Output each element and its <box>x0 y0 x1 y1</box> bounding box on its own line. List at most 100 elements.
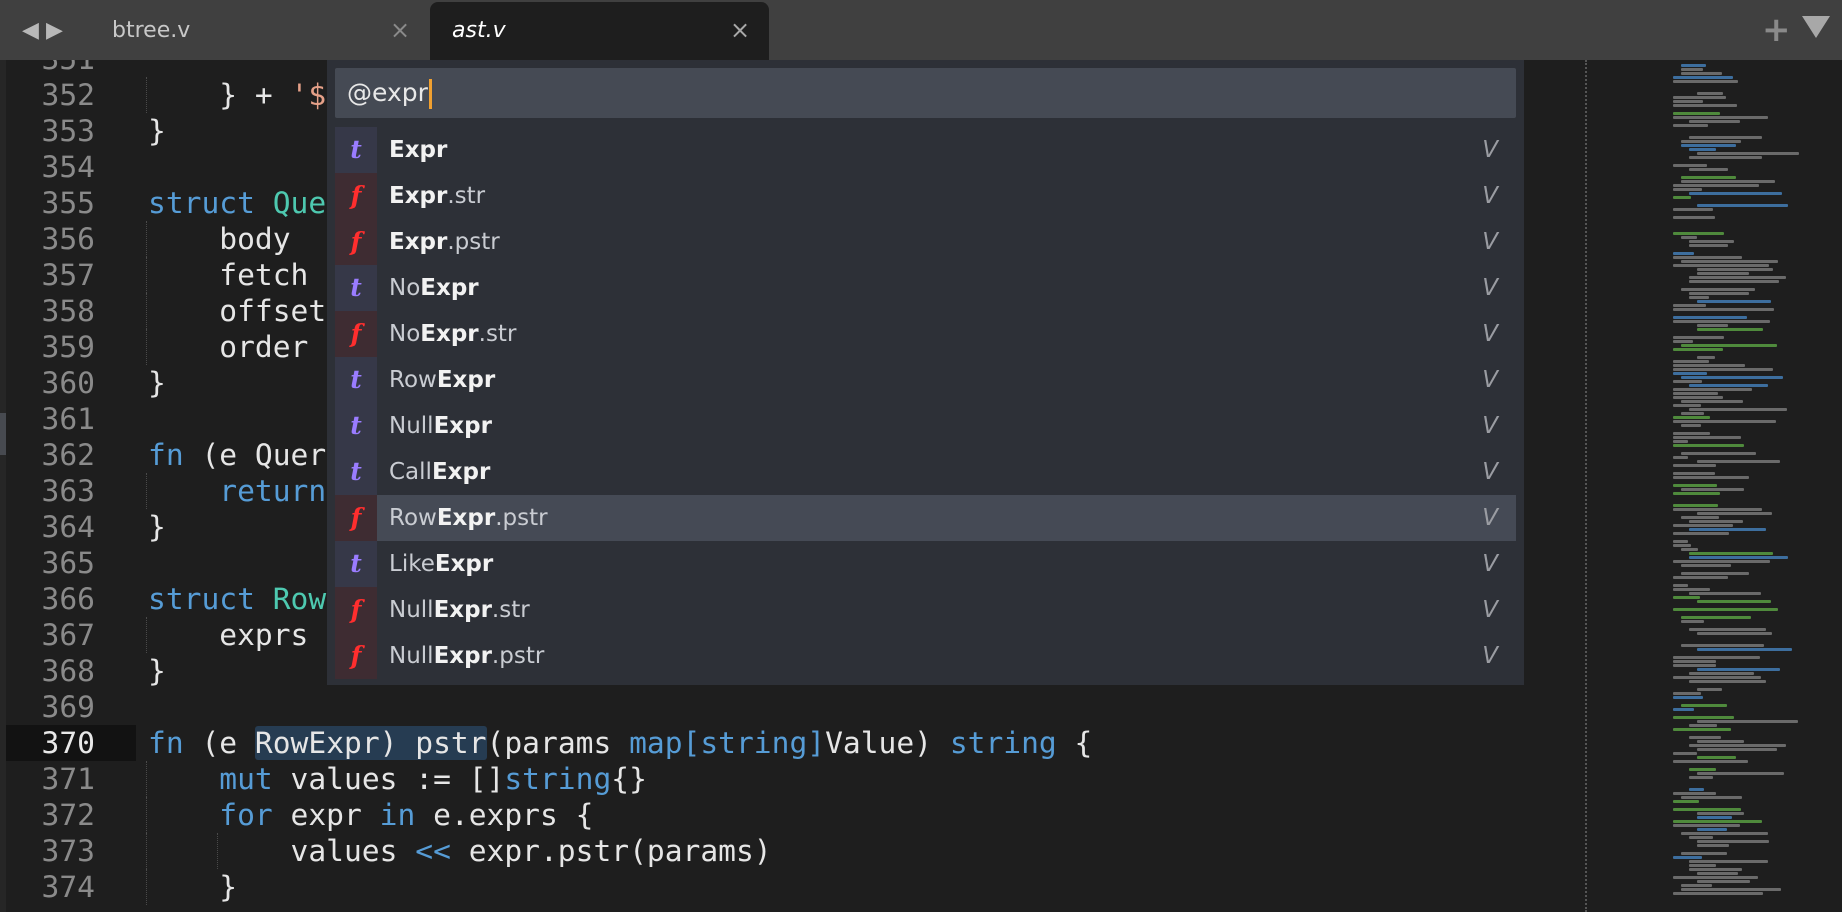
minimap-line <box>1689 628 1767 631</box>
minimap-line <box>1689 156 1762 159</box>
minimap-line <box>1673 708 1695 711</box>
minimap-line <box>1673 440 1688 443</box>
name-match: Expr <box>420 275 479 301</box>
name-match: Expr <box>436 505 496 531</box>
minimap-line <box>1697 356 1715 359</box>
symbol-item[interactable]: t NullExpr V <box>335 403 1516 449</box>
code-line[interactable]: 373 values << expr.pstr(params) <box>0 833 1560 869</box>
function-icon: f <box>335 633 377 679</box>
minimap-line <box>1673 304 1706 307</box>
symbol-name: NoExpr.str <box>389 321 516 347</box>
indent-guide <box>146 473 147 509</box>
code-text: fn (e RowExpr) pstr(params map[string]Va… <box>148 725 1092 761</box>
minimap-line <box>1689 192 1783 195</box>
forward-arrow-icon[interactable]: ▶ <box>46 18 63 43</box>
code-line[interactable]: 374 } <box>0 869 1560 905</box>
indent-guide <box>146 329 147 365</box>
code-line[interactable]: 370 fn (e RowExpr) pstr(params map[string… <box>0 725 1560 761</box>
name-match: Expr <box>433 597 492 623</box>
code-text: fetch <box>148 257 308 293</box>
minimap-line <box>1673 100 1704 103</box>
minimap-line <box>1673 892 1763 895</box>
symbol-source: V <box>1482 597 1498 623</box>
code-token: (params <box>486 726 630 760</box>
back-arrow-icon[interactable]: ◀ <box>22 18 39 43</box>
minimap-line <box>1681 620 1705 623</box>
minimap-line <box>1673 492 1720 495</box>
new-tab-icon[interactable]: + <box>1762 10 1791 50</box>
minimap-line <box>1689 836 1713 839</box>
tab-ast[interactable]: ast.v × <box>430 2 769 60</box>
name-suffix: .pstr <box>447 229 500 255</box>
line-number: 371 <box>41 762 95 796</box>
minimap-line <box>1689 276 1787 279</box>
minimap-line <box>1697 152 1800 155</box>
symbol-list: t Expr Vf Expr.str Vf Expr.pstr Vt NoExpr Vf NoEx… <box>335 127 1516 679</box>
name-suffix: .str <box>491 597 530 623</box>
code-line[interactable]: 371 mut values := []string{} <box>0 761 1560 797</box>
code-token: '$ <box>290 78 327 112</box>
indent-guide <box>146 797 147 833</box>
name-match: Expr <box>433 643 492 669</box>
minimap-line <box>1673 596 1701 599</box>
close-icon[interactable]: × <box>730 16 750 44</box>
symbol-item[interactable]: t CallExpr V <box>335 449 1516 495</box>
minimap-line <box>1673 368 1774 371</box>
line-number: 352 <box>41 78 95 112</box>
symbol-item[interactable]: f Expr.pstr V <box>335 219 1516 265</box>
symbol-name: NullExpr <box>389 413 492 439</box>
chevron-down-icon[interactable] <box>1802 16 1830 38</box>
minimap-line <box>1673 348 1724 351</box>
name-prefix: No <box>389 321 421 347</box>
minimap-line <box>1681 704 1727 707</box>
line-number: 362 <box>41 438 95 472</box>
symbol-item[interactable]: f NullExpr.pstr V <box>335 633 1516 679</box>
code-token: offset <box>148 294 327 328</box>
name-suffix: .str <box>447 183 486 209</box>
minimap-line <box>1689 768 1717 771</box>
minimap-line <box>1673 716 1734 719</box>
symbol-item[interactable]: f NullExpr.str V <box>335 587 1516 633</box>
minimap[interactable] <box>1560 60 1842 912</box>
indent-guide <box>146 761 147 797</box>
code-text: order <box>148 329 308 365</box>
minimap-line <box>1681 68 1704 71</box>
minimap-line <box>1673 544 1691 547</box>
minimap-line <box>1681 140 1741 143</box>
code-text: } <box>148 653 166 689</box>
minimap-line <box>1681 452 1757 455</box>
symbol-item[interactable]: f NoExpr.str V <box>335 311 1516 357</box>
minimap-line <box>1681 180 1775 183</box>
symbol-item[interactable]: t Expr V <box>335 127 1516 173</box>
minimap-line <box>1681 888 1781 891</box>
minimap-line <box>1673 336 1725 339</box>
symbol-item[interactable]: f RowExpr.pstr V <box>335 495 1516 541</box>
symbol-item[interactable]: f Expr.str V <box>335 173 1516 219</box>
minimap-line <box>1673 820 1763 823</box>
code-line[interactable]: 369 <box>0 689 1560 725</box>
tab-btree[interactable]: btree.v × <box>90 2 430 60</box>
symbol-item[interactable]: t LikeExpr V <box>335 541 1516 587</box>
minimap-line <box>1697 460 1780 463</box>
minimap-line <box>1689 868 1742 871</box>
minimap-line <box>1681 884 1712 887</box>
search-query: @expr <box>347 78 428 107</box>
minimap-line <box>1673 308 1775 311</box>
code-text: struct Que <box>148 185 326 221</box>
close-icon[interactable]: × <box>390 16 410 44</box>
code-line[interactable]: 372 for expr in e.exprs { <box>0 797 1560 833</box>
symbol-source: V <box>1482 137 1498 163</box>
minimap-line <box>1681 424 1701 427</box>
symbol-source: V <box>1482 459 1498 485</box>
code-token: string <box>949 726 1057 760</box>
minimap-line <box>1673 76 1733 79</box>
minimap-line <box>1673 256 1743 259</box>
indent-guide <box>146 869 147 905</box>
symbol-item[interactable]: t RowExpr V <box>335 357 1516 403</box>
symbol-search-input[interactable]: @expr <box>335 68 1516 118</box>
code-token: e.exprs { <box>415 798 594 832</box>
code-token: expr.pstr(params) <box>450 834 772 868</box>
code-token: fetch <box>148 258 309 292</box>
symbol-item[interactable]: t NoExpr V <box>335 265 1516 311</box>
